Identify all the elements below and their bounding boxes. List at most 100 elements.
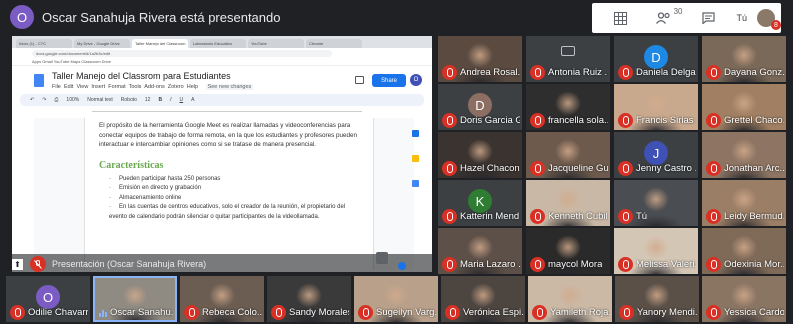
menu-insert[interactable]: Insert [91, 84, 105, 90]
browser-tab[interactable]: Chrome [306, 39, 362, 48]
presenting-title: Oscar Sanahuja Rivera está presentando [42, 9, 281, 25]
underline-icon[interactable]: U [179, 97, 183, 103]
speaking-indicator-icon [99, 309, 107, 317]
redo-icon[interactable]: ↷ [42, 97, 46, 103]
browser-tab[interactable]: My Drive - Google Drive [74, 39, 130, 48]
participant-tile[interactable]: Yessica Cardo... [702, 276, 786, 322]
participant-name-row: Francis Sirias ... [618, 113, 696, 128]
participant-name: Melissa Valeri... [636, 259, 696, 270]
docs-menu: File Edit View Insert Format Tools Add-o… [52, 83, 254, 90]
undo-icon[interactable]: ↶ [30, 97, 34, 103]
participant-tile[interactable]: Sandy Morales [267, 276, 351, 322]
mic-off-icon [442, 113, 457, 128]
participant-tile[interactable]: maycol Mora [526, 228, 610, 274]
participant-tile[interactable]: Leidy Bermud... [702, 180, 786, 226]
self-avatar[interactable]: 8 [757, 9, 781, 30]
top-controls: 30 Tú 8 [592, 3, 781, 33]
doc-user-avatar[interactable]: O [410, 74, 422, 86]
participant-name-row: Hazel Chacon [442, 161, 520, 176]
participant-name: Jonathan Arc... [724, 163, 784, 174]
menu-addons[interactable]: Add-ons [144, 84, 165, 90]
comment-icon[interactable] [355, 76, 364, 84]
participant-tile[interactable]: Grettel Chaco... [702, 84, 786, 130]
chat-button[interactable] [686, 4, 730, 32]
share-button[interactable]: Share [372, 74, 406, 87]
layout-grid-button[interactable] [598, 4, 642, 32]
participant-tile[interactable]: DDoris Garcia G... [438, 84, 522, 130]
participant-name-row: maycol Mora [530, 257, 608, 272]
participant-tile[interactable]: Francis Sirias ... [614, 84, 698, 130]
participant-tile[interactable]: Yamileth Roja... [528, 276, 612, 322]
participant-tile[interactable]: Jonathan Arc... [702, 132, 786, 178]
participant-tile[interactable]: Andrea Rosal... [438, 36, 522, 82]
menu-tools[interactable]: Tools [129, 84, 142, 90]
participant-tile[interactable]: Melissa Valeri... [614, 228, 698, 274]
document-page[interactable]: El propósito de la herramienta Google Me… [84, 118, 374, 270]
participant-tile[interactable]: francella sola... [526, 84, 610, 130]
participant-tile[interactable]: Dayana Gonz... [702, 36, 786, 82]
participant-tile[interactable]: Verónica Espi... [441, 276, 525, 322]
mic-off-icon [618, 209, 633, 224]
participant-name: Antonia Ruiz ... [548, 67, 608, 78]
document-canvas: El propósito de la herramienta Google Me… [34, 118, 414, 270]
participant-name-row: Daniela Delga... [618, 65, 696, 80]
bold-icon[interactable]: B [158, 97, 162, 103]
style-select[interactable]: Normal text [87, 97, 113, 103]
participant-tile[interactable]: Rebeca Colo... [180, 276, 264, 322]
participant-name: francella sola... [548, 115, 608, 126]
menu-help[interactable]: Help [187, 84, 198, 90]
participant-tile[interactable]: DDaniela Delga... [614, 36, 698, 82]
browser-tab[interactable]: Taller Manejo del Classroom [132, 39, 188, 48]
browser-tab[interactable]: Inicio (1) - CTC [16, 39, 72, 48]
participant-name: Francis Sirias ... [636, 115, 696, 126]
docs-activity-icon [398, 262, 406, 270]
browser-tab[interactable]: Laboratorio Educativo [190, 39, 246, 48]
participant-name: Odexinia Mor... [724, 259, 784, 270]
size-select[interactable]: 12 [145, 97, 151, 103]
participant-tile[interactable]: Tú [614, 180, 698, 226]
font-select[interactable]: Roboto [121, 97, 137, 103]
participant-name-row: Kenneth Cubil... [530, 209, 608, 224]
keep-icon[interactable] [412, 155, 419, 162]
mic-off-icon [530, 209, 545, 224]
participants-button[interactable]: 30 [642, 4, 686, 32]
participant-tile[interactable]: Yanory Mendi... [615, 276, 699, 322]
participant-tile[interactable]: Oscar Sanahu... [93, 276, 177, 322]
mic-off-icon [442, 161, 457, 176]
tasks-icon[interactable] [412, 180, 419, 187]
mic-off-icon [358, 305, 373, 320]
participant-tile[interactable]: KKatterin Mend... [438, 180, 522, 226]
document-title[interactable]: Taller Manejo del Classrom para Estudian… [52, 71, 253, 81]
bookmarks-bar: Apps Gmail YouTube Maps Classroom Drive [12, 58, 432, 66]
participant-tile[interactable]: Jacqueline Gu... [526, 132, 610, 178]
url-field[interactable]: docs.google.com/document/d/1a2b3c/edit [32, 49, 332, 57]
menu-edit[interactable]: Edit [64, 84, 73, 90]
participant-tile[interactable]: Hazel Chacon [438, 132, 522, 178]
menu-file[interactable]: File [52, 84, 61, 90]
participant-tile[interactable]: Maria Lazaro ... [438, 228, 522, 274]
menu-view[interactable]: View [76, 84, 88, 90]
participant-tile[interactable]: Antonia Ruiz ... [526, 36, 610, 82]
presentation-options-icon[interactable] [376, 252, 388, 264]
menu-zotero[interactable]: Zotero [168, 84, 184, 90]
participant-tile[interactable]: Sugeilyn Varg... [354, 276, 438, 322]
participant-tile[interactable]: Odexinia Mor... [702, 228, 786, 274]
browser-tab[interactable]: YouTube [248, 39, 304, 48]
mic-off-icon [706, 305, 721, 320]
participant-name: Leidy Bermud... [724, 211, 784, 222]
participant-tile[interactable]: Kenneth Cubil... [526, 180, 610, 226]
mic-off-icon [442, 209, 457, 224]
print-icon[interactable]: ⎙ [54, 97, 58, 103]
menu-format[interactable]: Format [108, 84, 125, 90]
zoom-select[interactable]: 100% [66, 97, 79, 103]
text-color-icon[interactable]: A [191, 97, 194, 103]
participant-tile[interactable]: OOdilie Chavarr... [6, 276, 90, 322]
calendar-icon[interactable] [412, 130, 419, 137]
save-status[interactable]: See new changes [205, 83, 254, 90]
mic-off-icon [706, 65, 721, 80]
top-bar: O Oscar Sanahuja Rivera está presentando… [0, 0, 793, 34]
mic-off-icon [706, 113, 721, 128]
pin-icon[interactable]: ⬆ [12, 259, 23, 270]
participant-tile[interactable]: J Jenny Castro ... [614, 132, 698, 178]
italic-icon[interactable]: I [170, 97, 171, 103]
